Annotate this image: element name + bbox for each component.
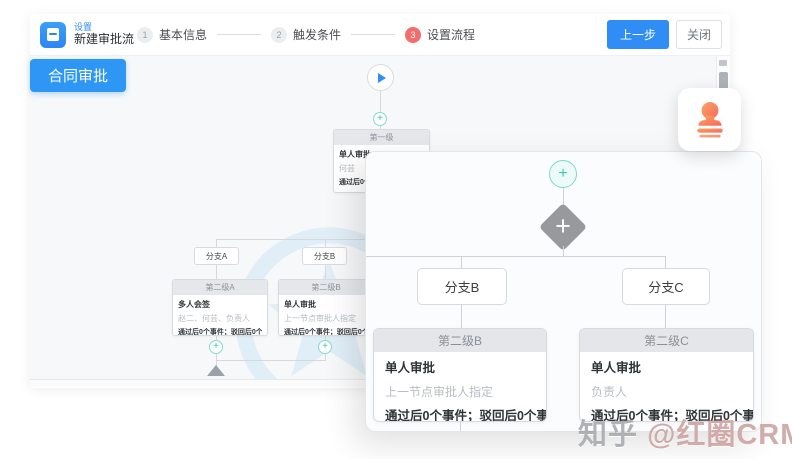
step-connector	[351, 34, 395, 35]
merge-arrow-icon	[207, 365, 225, 376]
app-icon	[40, 22, 66, 48]
gateway-plus-icon: +	[538, 210, 588, 244]
add-node-icon[interactable]: +	[549, 160, 577, 188]
assignee: 赵二、何芸、负责人	[178, 313, 262, 324]
node-level2b[interactable]: 第二级B 单人审批 上一节点审批人指定 通过后0个事件；驳回后0个事件	[278, 279, 374, 336]
flow-name-badge: 合同审批	[30, 59, 126, 92]
approval-type: 单人审批	[591, 356, 742, 380]
previous-step-button[interactable]: 上一步	[607, 20, 669, 49]
stamp-card	[678, 88, 741, 151]
topbar-buttons: 上一步 关闭	[607, 20, 722, 49]
step-set-process[interactable]: 3 设置流程	[405, 26, 475, 43]
connector-line	[461, 305, 462, 328]
step-number: 1	[137, 27, 153, 43]
watermark-site: 知乎	[578, 419, 638, 451]
events: 通过后0个事件；驳回后0个事件	[178, 327, 262, 336]
connector-line	[366, 256, 666, 257]
node-level2c[interactable]: 第二级C 单人审批 负责人 通过后0个事件；驳回后0个事件	[579, 328, 754, 422]
approval-type: 单人审批	[284, 299, 368, 310]
scrollbar-top-chip[interactable]	[719, 60, 727, 66]
connector-line	[216, 360, 326, 361]
stamp-icon	[692, 101, 728, 139]
document-icon	[47, 28, 59, 41]
branch-c-pill[interactable]: 分支C	[622, 268, 710, 305]
step-label: 设置流程	[427, 26, 475, 43]
step-connector	[217, 34, 261, 35]
connector-line	[665, 305, 666, 328]
connector-line	[325, 239, 326, 247]
wizard-topbar: 设置 新建审批流 1 基本信息 2 触发条件 3 设置流程 上一步 关闭	[30, 14, 730, 56]
connector-line	[460, 422, 461, 432]
page-title: 新建审批流	[74, 33, 134, 47]
add-node-icon[interactable]: +	[209, 340, 223, 354]
zoomed-flow-panel: + + 分支B 分支C 第二级B 单人审批 上一节点审批人指定 通过后0个事件；…	[365, 151, 762, 432]
play-icon	[378, 73, 386, 83]
branch-b-pill[interactable]: 分支B	[417, 268, 507, 305]
gateway-node[interactable]: +	[538, 204, 588, 250]
app-text: 设置 新建审批流	[74, 22, 134, 46]
add-node-icon[interactable]: +	[373, 112, 387, 126]
events: 通过后0个事件；驳回后0个事件	[385, 404, 535, 422]
step-number: 3	[405, 27, 421, 43]
node-header: 第二级B	[279, 280, 373, 295]
approval-type: 单人审批	[385, 356, 535, 380]
branch-b-pill[interactable]: 分支B	[302, 247, 347, 265]
wizard-steps: 1 基本信息 2 触发条件 3 设置流程	[137, 14, 475, 55]
connector-line	[665, 256, 666, 268]
node-level2b[interactable]: 第二级B 单人审批 上一节点审批人指定 通过后0个事件；驳回后0个事件	[373, 328, 547, 422]
node-level2a[interactable]: 第二级A 多人会签 赵二、何芸、负责人 通过后0个事件；驳回后0个事件	[172, 279, 268, 336]
node-header: 第二级A	[173, 280, 267, 295]
connector-line	[461, 256, 462, 268]
add-node-icon[interactable]: +	[318, 340, 332, 354]
connector-line	[325, 265, 326, 279]
connector-line	[216, 265, 217, 279]
step-number: 2	[271, 27, 287, 43]
zhihu-watermark: 知乎 @红圈CRM	[578, 411, 792, 453]
assignee: 上一节点审批人指定	[284, 313, 368, 324]
step-trigger-conditions[interactable]: 2 触发条件	[271, 26, 341, 43]
assignee: 上一节点审批人指定	[385, 380, 535, 404]
connector-line	[380, 90, 381, 112]
node-header: 第一级	[334, 130, 429, 145]
connector-line	[216, 239, 217, 247]
node-header: 第二级B	[374, 329, 546, 352]
events: 通过后0个事件；驳回后0个事件	[284, 327, 368, 336]
approval-type: 多人会签	[178, 299, 262, 310]
start-node[interactable]	[367, 64, 394, 91]
step-label: 触发条件	[293, 26, 341, 43]
assignee: 负责人	[591, 380, 742, 404]
close-button[interactable]: 关闭	[676, 20, 722, 49]
watermark-handle: @红圈CRM	[647, 419, 792, 451]
branch-a-pill[interactable]: 分支A	[194, 247, 239, 265]
step-basic-info[interactable]: 1 基本信息	[137, 26, 207, 43]
node-header: 第二级C	[580, 329, 753, 352]
step-label: 基本信息	[159, 26, 207, 43]
connector-line	[563, 246, 564, 256]
